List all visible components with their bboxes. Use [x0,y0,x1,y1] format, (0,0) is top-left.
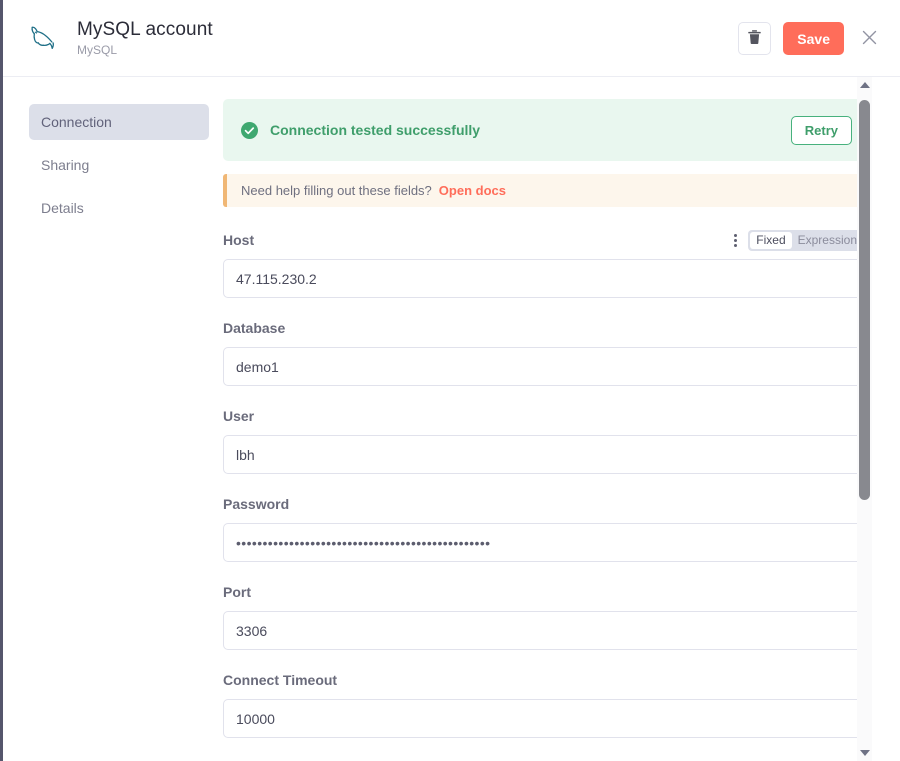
title-stack: MySQL account MySQL [77,18,213,58]
modal-header: MySQL account MySQL Save [3,0,900,77]
scrollbar-thumb-area[interactable] [857,93,872,745]
user-input[interactable] [223,435,865,474]
scroll-down-arrow-icon[interactable] [857,745,872,761]
port-input[interactable] [223,611,865,650]
arrow-down-glyph [859,750,870,756]
field-label-row: Port [223,581,865,603]
field-label-row: Host Fixed Expression [223,229,865,251]
field-label-row: Password [223,493,865,515]
field-group-database: Database [223,317,865,386]
mode-option-expression[interactable]: Expression [792,232,863,249]
retry-button[interactable]: Retry [790,115,852,145]
help-banner-text: Need help filling out these fields? [241,183,432,198]
account-identity: MySQL account MySQL [23,18,213,58]
param-options-host: Fixed Expression [728,229,865,251]
mode-switch-host: Fixed Expression [748,229,865,251]
page-title: MySQL account [77,19,213,40]
field-label-row: Database [223,317,865,339]
close-button[interactable] [856,26,882,52]
delete-button[interactable] [738,22,772,55]
close-icon [862,30,877,48]
sidebar-item-sharing[interactable]: Sharing [29,147,209,183]
mysql-account-modal: MySQL account MySQL Save Connection Shar… [0,0,900,761]
connection-status-text: Connection tested successfully [270,122,481,138]
open-docs-link[interactable]: Open docs [439,183,506,198]
settings-form: Connection tested successfully Retry Nee… [221,77,881,761]
save-button[interactable]: Save [783,22,844,55]
database-input[interactable] [223,347,865,386]
sidebar-item-label: Sharing [41,157,90,173]
connect-timeout-input[interactable] [223,699,865,738]
mysql-dolphin-icon [23,18,63,58]
check-circle-icon [241,121,258,139]
sidebar-item-connection[interactable]: Connection [29,104,209,140]
content-pane: Connection tested successfully Retry Nee… [221,77,900,761]
sidebar: Connection Sharing Details [3,77,221,761]
field-label-row: User [223,405,865,427]
page-subtitle: MySQL [77,43,118,57]
field-label-user: User [223,408,255,424]
field-group-host: Host Fixed Expression [223,229,865,298]
connection-status-banner: Connection tested successfully Retry [223,99,865,161]
field-label-connect-timeout: Connect Timeout [223,672,338,688]
field-group-connect-timeout: Connect Timeout [223,669,865,738]
kebab-menu-icon[interactable] [728,232,742,248]
modal-body: Connection Sharing Details Connection te… [3,77,900,761]
header-actions: Save [738,22,882,55]
arrow-up-glyph [859,82,870,88]
scrollbar-thumb[interactable] [859,100,870,500]
password-input[interactable] [223,523,865,562]
field-label-row: Connect Timeout [223,669,865,691]
trash-icon [747,29,762,48]
field-label-host: Host [223,232,255,248]
host-input[interactable] [223,259,865,298]
scroll-up-arrow-icon[interactable] [857,77,872,93]
field-group-password: Password [223,493,865,562]
field-label-password: Password [223,496,290,512]
scrollbar[interactable] [857,77,872,761]
field-label-port: Port [223,584,251,600]
sidebar-item-label: Connection [41,114,112,130]
help-banner: Need help filling out these fields? Open… [223,174,865,207]
mode-option-fixed[interactable]: Fixed [750,231,792,249]
field-label-database: Database [223,320,286,336]
sidebar-item-details[interactable]: Details [29,190,209,226]
field-group-user: User [223,405,865,474]
field-group-port: Port [223,581,865,650]
sidebar-item-label: Details [41,200,84,216]
